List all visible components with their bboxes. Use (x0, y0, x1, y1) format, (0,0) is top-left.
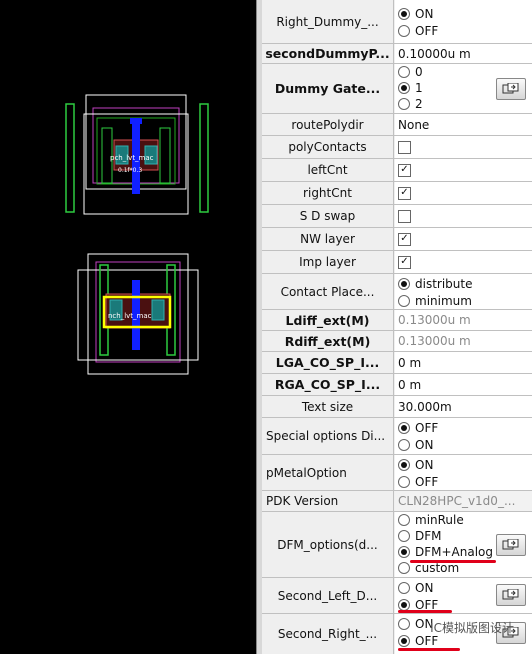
row-contact-place: Contact Place... distribute minimum (262, 274, 532, 310)
pmetal-option-off[interactable]: OFF (398, 473, 532, 490)
top-cell-label: pch_lvt_mac (110, 154, 154, 162)
top-cell-sublabel: 0.1f*0.3 (118, 167, 142, 174)
row-ldiff-ext: Ldiff_ext(M) 0.13000u m (262, 310, 532, 331)
right-dummy-label: Right_Dummy_... (262, 0, 394, 43)
left-cnt-label: leftCnt (262, 159, 394, 181)
row-rdiff-ext: Rdiff_ext(M) 0.13000u m (262, 331, 532, 352)
row-imp-layer: Imp layer ✓ (262, 251, 532, 274)
special-options-radio-group: OFF ON (395, 418, 532, 454)
second-dummy-p-label: secondDummyP... (262, 44, 394, 63)
special-options-on[interactable]: ON (398, 436, 532, 453)
right-dummy-radio-group: ON OFF (395, 0, 532, 43)
dfm-options-pick-button[interactable] (496, 534, 526, 556)
imp-layer-checkbox[interactable]: ✓ (398, 255, 411, 269)
contact-place-distribute[interactable]: distribute (398, 275, 532, 292)
lga-co-sp-label: LGA_CO_SP_I... (262, 352, 394, 373)
annotation-underline (398, 648, 460, 651)
right-cnt-label: rightCnt (262, 182, 394, 204)
pmetal-option-label: pMetalOption (262, 455, 394, 490)
poly-contacts-checkbox[interactable] (398, 140, 411, 154)
rdiff-ext-field[interactable]: 0.13000u m (395, 331, 532, 351)
second-left-d-label: Second_Left_D... (262, 578, 394, 613)
poly-contacts-cell (395, 136, 532, 158)
contact-place-radio-group: distribute minimum (395, 274, 532, 309)
property-panel: Right_Dummy_... ON OFF secondDummyP... 0… (262, 0, 532, 654)
row-poly-contacts: polyContacts (262, 136, 532, 159)
rga-co-sp-label: RGA_CO_SP_I... (262, 374, 394, 395)
dfm-options-minrule[interactable]: minRule (398, 512, 532, 528)
row-dummy-gate: Dummy Gate... 0 1 2 (262, 64, 532, 114)
poly-contacts-label: polyContacts (262, 136, 394, 158)
nw-layer-label: NW layer (262, 228, 394, 250)
right-cnt-cell: ✓ (395, 182, 532, 204)
pick-icon (502, 589, 519, 600)
right-cnt-checkbox[interactable]: ✓ (398, 186, 411, 200)
row-left-cnt: leftCnt ✓ (262, 159, 532, 182)
sd-swap-checkbox[interactable] (398, 209, 411, 223)
row-rga-co-sp: RGA_CO_SP_I... 0 m (262, 374, 532, 396)
annotation-underline (398, 610, 452, 613)
pick-icon (502, 539, 519, 550)
dfm-options-label: DFM_options(d... (262, 512, 394, 577)
row-right-dummy: Right_Dummy_... ON OFF (262, 0, 532, 44)
row-lga-co-sp: LGA_CO_SP_I... 0 m (262, 352, 532, 374)
left-cnt-cell: ✓ (395, 159, 532, 181)
dummy-gate-label: Dummy Gate... (262, 64, 394, 113)
layout-drawing: pch_lvt_mac 0.1f*0.3 nch_lvt_mac (65, 94, 209, 375)
layout-canvas[interactable]: pch_lvt_mac 0.1f*0.3 nch_lvt_mac (0, 0, 256, 654)
watermark-text: IC模拟版图设计 (430, 621, 514, 635)
dummy-gate-pick-button[interactable] (496, 78, 526, 100)
nmos-cell[interactable]: nch_lvt_mac (77, 253, 199, 375)
row-sd-swap: S D swap (262, 205, 532, 228)
route-polydir-field[interactable]: None (395, 114, 532, 135)
pick-icon (502, 83, 519, 94)
text-size-field[interactable]: 30.000m (395, 396, 532, 417)
contact-place-label: Contact Place... (262, 274, 394, 309)
contact-place-minimum[interactable]: minimum (398, 292, 532, 309)
ldiff-ext-field[interactable]: 0.13000u m (395, 310, 532, 330)
row-pdk-version: PDK Version CLN28HPC_v1d0_... (262, 491, 532, 512)
sd-swap-label: S D swap (262, 205, 394, 227)
ldiff-ext-label: Ldiff_ext(M) (262, 310, 394, 330)
row-nw-layer: NW layer ✓ (262, 228, 532, 251)
lga-co-sp-field[interactable]: 0 m (395, 352, 532, 373)
pdk-version-label: PDK Version (262, 491, 394, 511)
rga-co-sp-field[interactable]: 0 m (395, 374, 532, 395)
route-polydir-label: routePolydir (262, 114, 394, 135)
imp-layer-cell: ✓ (395, 251, 532, 273)
special-options-off[interactable]: OFF (398, 419, 532, 436)
nw-layer-checkbox[interactable]: ✓ (398, 232, 411, 246)
second-left-d-pick-button[interactable] (496, 584, 526, 606)
sd-swap-cell (395, 205, 532, 227)
pmos-cell[interactable]: pch_lvt_mac 0.1f*0.3 (65, 94, 209, 215)
special-options-label: Special options Di... (262, 418, 394, 454)
pmetal-option-radio-group: ON OFF (395, 455, 532, 490)
row-second-left-d: Second_Left_D... ON OFF (262, 578, 532, 614)
rdiff-ext-label: Rdiff_ext(M) (262, 331, 394, 351)
row-second-dummy-p: secondDummyP... 0.10000u m (262, 44, 532, 64)
row-special-options: Special options Di... OFF ON (262, 418, 532, 455)
right-dummy-off[interactable]: OFF (398, 22, 532, 39)
pmetal-option-on[interactable]: ON (398, 456, 532, 473)
bottom-cell-label: nch_lvt_mac (108, 312, 152, 320)
row-dfm-options: DFM_options(d... minRule DFM DFM+Analog … (262, 512, 532, 578)
annotation-underline (410, 560, 496, 563)
text-size-label: Text size (262, 396, 394, 417)
imp-layer-label: Imp layer (262, 251, 394, 273)
second-right-label: Second_Right_... (262, 614, 394, 654)
second-dummy-p-field[interactable]: 0.10000u m (395, 44, 532, 63)
right-dummy-on[interactable]: ON (398, 5, 532, 22)
nw-layer-cell: ✓ (395, 228, 532, 250)
pdk-version-field: CLN28HPC_v1d0_... (395, 491, 532, 511)
row-pmetal-option: pMetalOption ON OFF (262, 455, 532, 491)
left-cnt-checkbox[interactable]: ✓ (398, 163, 411, 177)
row-text-size: Text size 30.000m (262, 396, 532, 418)
row-route-polydir: routePolydir None (262, 114, 532, 136)
row-right-cnt: rightCnt ✓ (262, 182, 532, 205)
